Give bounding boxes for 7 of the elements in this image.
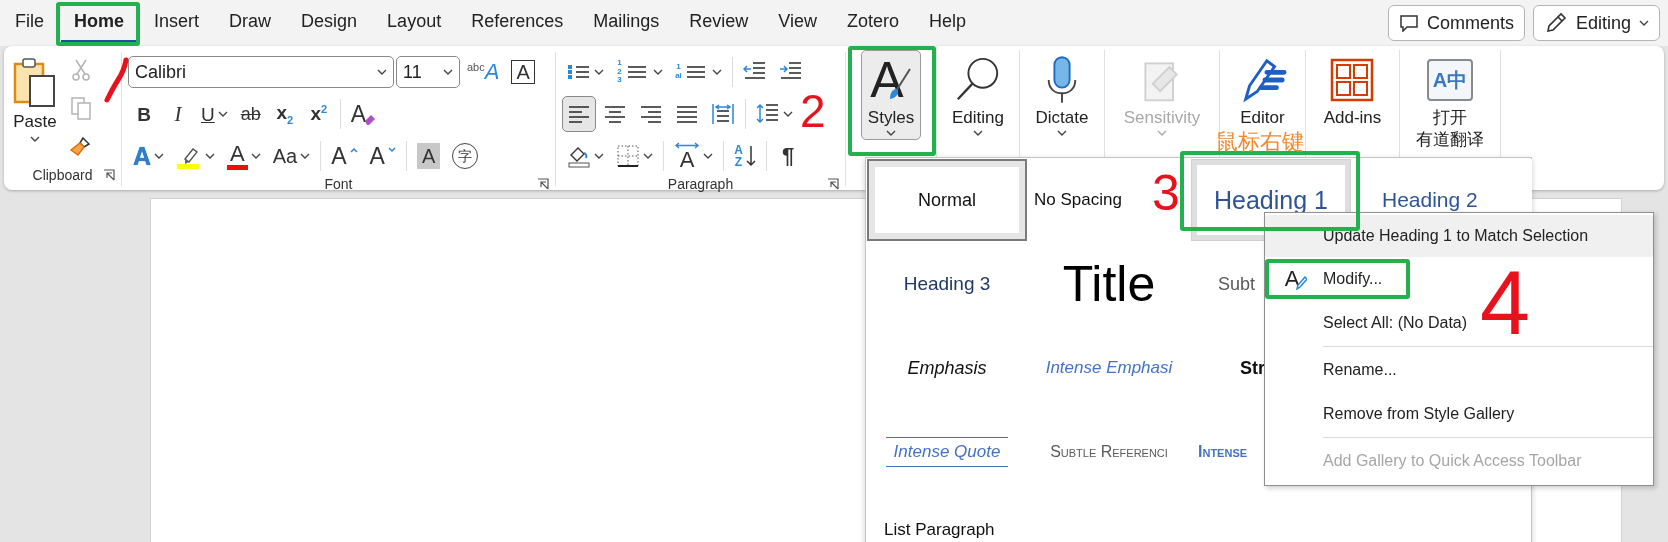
annotation-note: 鼠标右键 <box>1216 131 1304 153</box>
group-label: Font <box>324 176 353 192</box>
annotation-number: 3 <box>1152 168 1180 218</box>
annotation-number: 2 <box>800 88 826 134</box>
group-label: Paragraph <box>667 176 734 192</box>
group-label: Clipboard <box>32 167 93 183</box>
translate-icon: A中 <box>1427 59 1473 101</box>
